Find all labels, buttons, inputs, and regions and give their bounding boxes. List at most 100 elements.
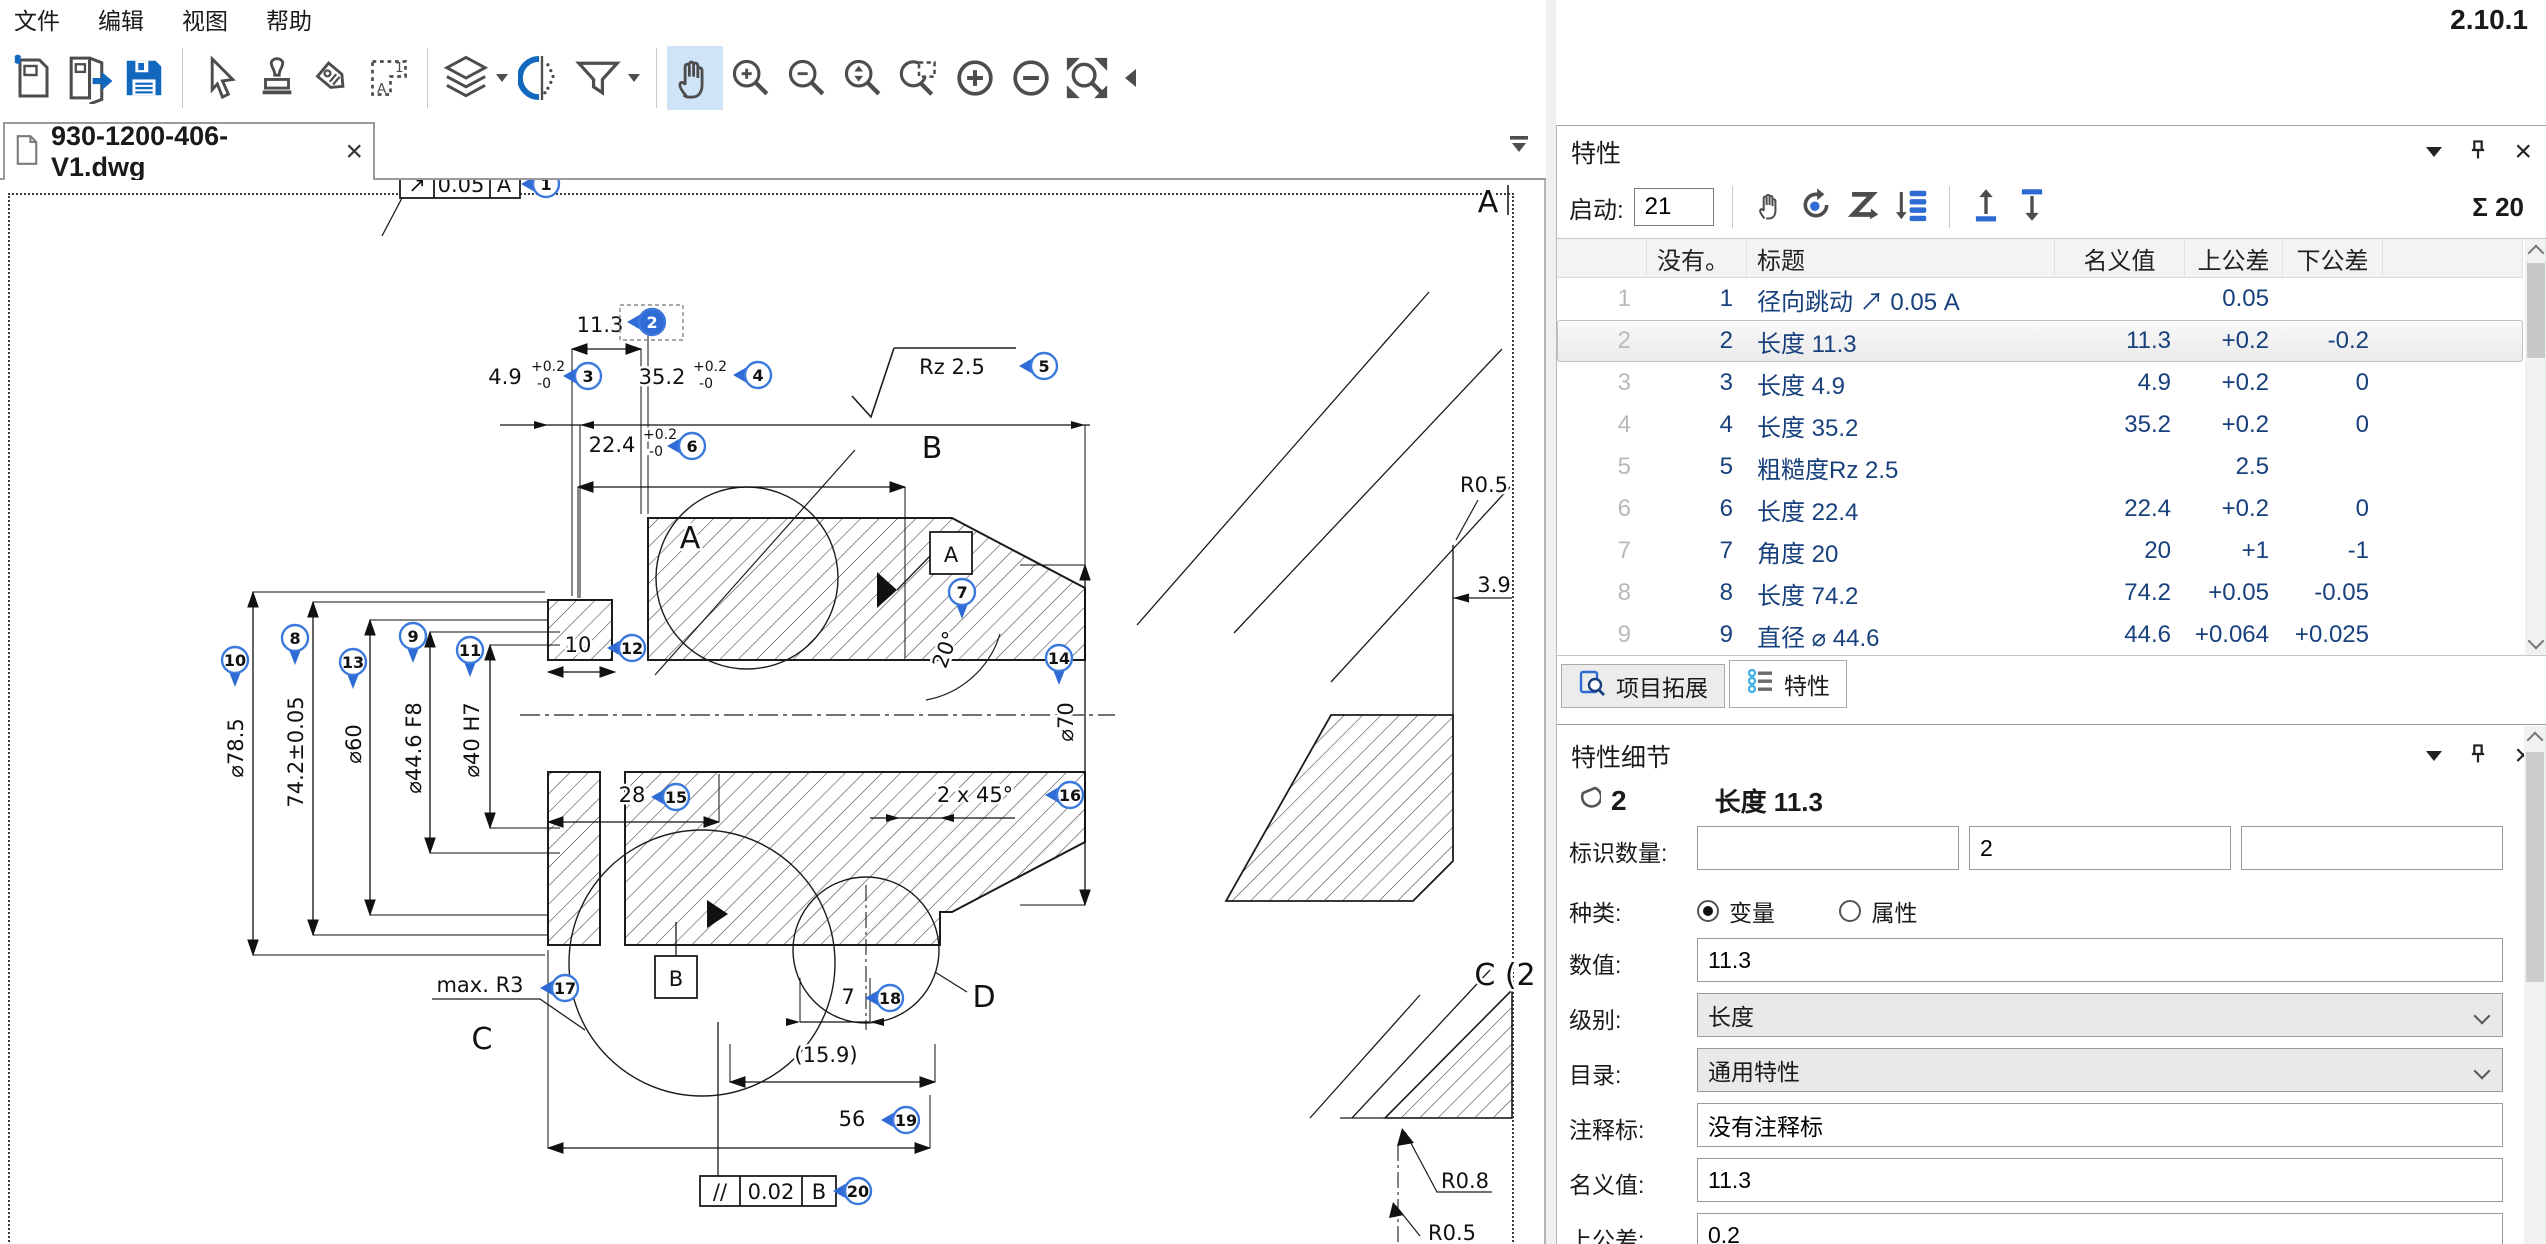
nominal-input[interactable] xyxy=(1697,1158,2503,1202)
list-order-icon[interactable] xyxy=(1893,186,1931,229)
table-cell[interactable]: 20 xyxy=(2055,530,2185,572)
surface-finish-rz[interactable]: Rz 2.5 xyxy=(919,355,985,379)
catalog-select[interactable]: 通用特性 xyxy=(1697,1048,2503,1092)
table-cell[interactable]: 长度 22.4 xyxy=(1747,488,2055,530)
table-cell[interactable] xyxy=(2383,446,2523,488)
table-cell[interactable]: -0.05 xyxy=(2283,572,2383,614)
dim-dia-44-6[interactable]: ⌀44.6 F8 xyxy=(402,702,426,794)
radio-selected-icon[interactable] xyxy=(1697,900,1719,922)
table-cell[interactable]: 44.6 xyxy=(2055,614,2185,656)
header-upper-tol[interactable]: 上公差 xyxy=(2185,239,2283,277)
pin-icon[interactable] xyxy=(2468,743,2488,770)
table-cell[interactable] xyxy=(2055,446,2185,488)
balloon-18[interactable]: 18 xyxy=(865,985,903,1011)
tabstrip-menu-icon[interactable] xyxy=(1506,134,1532,161)
table-cell[interactable]: 4 xyxy=(1647,404,1747,446)
renumber-icon[interactable] xyxy=(1797,186,1835,229)
table-cell[interactable] xyxy=(2055,278,2185,320)
mirror-button[interactable] xyxy=(514,46,570,110)
table-cell[interactable]: +1 xyxy=(2185,530,2283,572)
table-cell[interactable]: 4.9 xyxy=(2055,362,2185,404)
dim-dia-60[interactable]: ⌀60 xyxy=(342,724,366,763)
zoom-window-button[interactable] xyxy=(891,46,947,110)
header-no[interactable]: 没有。 xyxy=(1647,239,1747,277)
menu-edit[interactable]: 编辑 xyxy=(98,2,144,36)
table-cell[interactable]: 74.2 xyxy=(2055,572,2185,614)
dim-56[interactable]: 56 xyxy=(839,1107,866,1131)
table-cell[interactable]: 4 xyxy=(1557,404,1647,446)
pick-hand-icon[interactable] xyxy=(1751,187,1787,228)
menu-help[interactable]: 帮助 xyxy=(266,2,312,36)
layers-dropdown-caret[interactable] xyxy=(496,74,508,82)
radio-unselected-icon[interactable] xyxy=(1839,900,1861,922)
menu-file[interactable]: 文件 xyxy=(14,2,60,36)
start-number-input[interactable] xyxy=(1634,188,1714,226)
table-cell[interactable]: 0 xyxy=(2283,404,2383,446)
document-tab[interactable]: 930-1200-406-V1.dwg × xyxy=(3,122,375,180)
table-cell[interactable]: 8 xyxy=(1557,572,1647,614)
balloon-3[interactable]: 3 xyxy=(563,363,601,389)
table-cell[interactable]: 9 xyxy=(1647,614,1747,656)
table-cell[interactable]: -1 xyxy=(2283,530,2383,572)
balloon-14[interactable]: 14 xyxy=(1046,645,1072,685)
parallel-symbol[interactable]: // xyxy=(713,1180,728,1204)
pin-icon[interactable] xyxy=(2468,139,2488,166)
header-gutter[interactable] xyxy=(1557,239,1647,277)
radio-variable[interactable]: 变量 xyxy=(1697,894,1775,928)
increase-button[interactable] xyxy=(947,46,1003,110)
dim-max-r3[interactable]: max. R3 xyxy=(436,973,523,997)
z-order-icon[interactable] xyxy=(1845,186,1883,229)
runout-tolerance[interactable]: 0.05 xyxy=(438,180,485,197)
table-cell[interactable]: 长度 35.2 xyxy=(1747,404,2055,446)
table-cell[interactable] xyxy=(2383,614,2523,656)
table-cell[interactable]: 35.2 xyxy=(2055,404,2185,446)
tag-button[interactable] xyxy=(305,46,361,110)
balloon-17[interactable]: 17 xyxy=(540,975,578,1001)
tab-characteristics[interactable]: 特性 xyxy=(1729,660,1847,708)
table-cell[interactable] xyxy=(2283,446,2383,488)
balloon-19[interactable]: 19 xyxy=(881,1107,919,1133)
new-document-button[interactable] xyxy=(4,46,60,110)
table-cell[interactable]: +0.2 xyxy=(2185,320,2283,362)
table-cell[interactable] xyxy=(2383,278,2523,320)
toolbar-collapse-icon[interactable] xyxy=(1125,69,1136,87)
balloon-2-selected[interactable]: 2 xyxy=(620,305,683,340)
zoom-fit-button[interactable] xyxy=(1059,46,1115,110)
stamp-button[interactable] xyxy=(249,46,305,110)
document-tab-close-icon[interactable]: × xyxy=(345,137,363,167)
tab-project-expand[interactable]: 项目拓展 xyxy=(1561,664,1725,708)
balloon-5[interactable]: 5 xyxy=(1019,353,1057,379)
drawing-canvas[interactable]: ↗ 0.05 A 11.3 4.9 +0.2 -0 35.2 +0.2 -0 2… xyxy=(0,180,1546,1244)
dim-11-3[interactable]: 11.3 xyxy=(577,313,624,337)
table-cell[interactable]: 粗糙度Rz 2.5 xyxy=(1747,446,2055,488)
table-cell[interactable]: 11.3 xyxy=(2055,320,2185,362)
table-row[interactable]: 99直径 ⌀ 44.644.6+0.064+0.025 xyxy=(1557,614,2523,656)
open-document-button[interactable] xyxy=(60,46,116,110)
table-scrollbar[interactable] xyxy=(2525,239,2546,655)
table-cell[interactable]: 6 xyxy=(1647,488,1747,530)
table-cell[interactable]: 长度 74.2 xyxy=(1747,572,2055,614)
balloon-9[interactable]: 9 xyxy=(400,623,426,663)
table-row[interactable]: 44长度 35.235.2+0.20 xyxy=(1557,404,2523,446)
table-cell[interactable] xyxy=(2383,572,2523,614)
scrollbar-thumb[interactable] xyxy=(2527,263,2545,358)
panel-close-icon[interactable]: × xyxy=(2514,137,2532,167)
table-cell[interactable]: 7 xyxy=(1647,530,1747,572)
table-cell[interactable]: 8 xyxy=(1647,572,1747,614)
table-cell[interactable]: 长度 11.3 xyxy=(1747,320,2055,362)
menu-view[interactable]: 视图 xyxy=(182,2,228,36)
scrollbar-thumb[interactable] xyxy=(2526,752,2544,982)
table-cell[interactable]: 9 xyxy=(1557,614,1647,656)
dim-r0-5b[interactable]: R0.5 xyxy=(1428,1221,1476,1244)
table-row[interactable]: 11径向跳动 ↗ 0.05 A0.05 xyxy=(1557,278,2523,320)
import-up-icon[interactable] xyxy=(1968,187,2004,228)
table-cell[interactable]: 3 xyxy=(1647,362,1747,404)
table-row[interactable]: 88长度 74.274.2+0.05-0.05 xyxy=(1557,572,2523,614)
layers-button[interactable] xyxy=(438,46,494,110)
table-cell[interactable]: 22.4 xyxy=(2055,488,2185,530)
decrease-button[interactable] xyxy=(1003,46,1059,110)
table-cell[interactable]: +0.064 xyxy=(2185,614,2283,656)
runout-datum-ref[interactable]: A xyxy=(497,180,512,197)
region-capture-button[interactable]: 1A xyxy=(361,46,417,110)
dim-7[interactable]: 7 xyxy=(841,985,854,1009)
